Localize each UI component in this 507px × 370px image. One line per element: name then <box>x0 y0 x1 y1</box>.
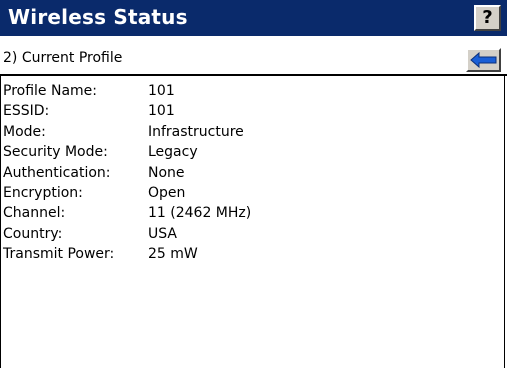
channel-label: Channel: <box>3 205 66 222</box>
transmit-power-label: Transmit Power: <box>3 246 115 263</box>
back-button[interactable] <box>466 48 501 72</box>
mode-value: Infrastructure <box>148 123 244 140</box>
profile-name-label: Profile Name: <box>3 83 98 99</box>
back-arrow-icon <box>470 52 497 68</box>
mode-label: Mode: <box>3 123 46 140</box>
security-mode-value: Legacy <box>148 144 198 161</box>
sub-header: 2) Current Profile <box>0 36 507 76</box>
section-label: 2) Current Profile <box>3 50 123 66</box>
country-label: Country: <box>3 225 63 242</box>
transmit-power-value: 25 mW <box>148 246 198 263</box>
country-value: USA <box>148 225 177 242</box>
help-button[interactable]: ? <box>474 5 501 31</box>
window-title: Wireless Status <box>8 5 188 29</box>
channel-value: 11 (2462 MHz) <box>148 205 252 222</box>
title-bar: Wireless Status ? <box>0 0 507 36</box>
help-icon: ? <box>482 7 493 28</box>
essid-label: ESSID: <box>3 103 50 120</box>
encryption-label: Encryption: <box>3 184 83 201</box>
authentication-value: None <box>148 164 185 181</box>
essid-value: 101 <box>148 103 175 120</box>
authentication-label: Authentication: <box>3 164 111 181</box>
encryption-value: Open <box>148 184 186 201</box>
profile-name-value: 101 <box>148 83 175 99</box>
security-mode-label: Security Mode: <box>3 144 108 161</box>
